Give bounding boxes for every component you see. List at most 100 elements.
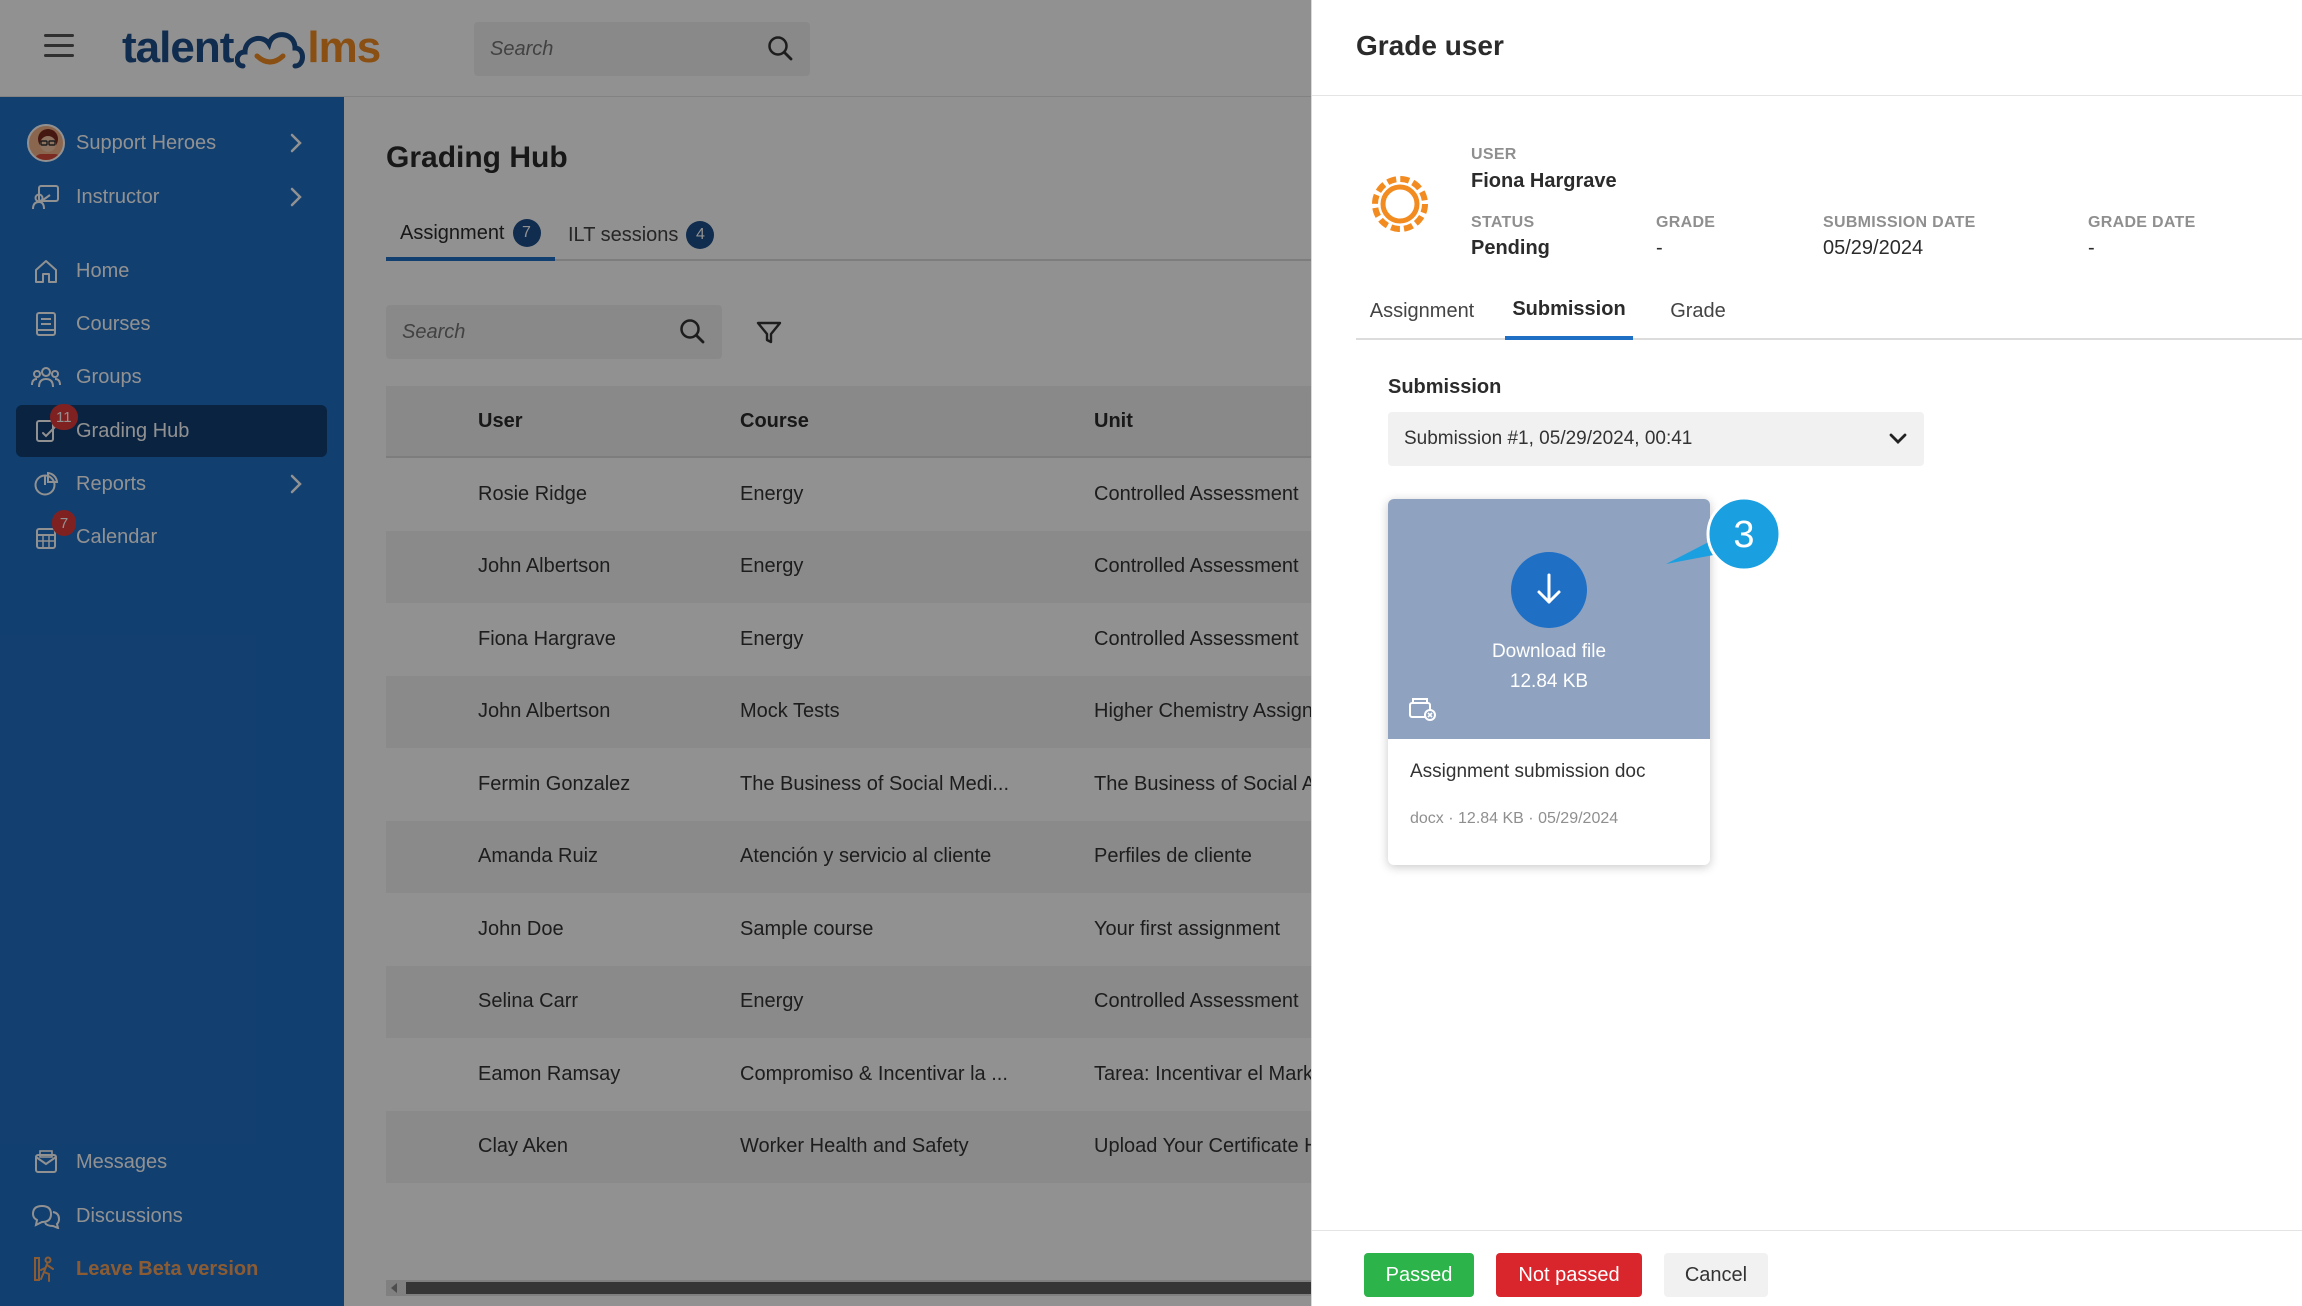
sidebar-item-label: Reports xyxy=(76,472,147,495)
column-header-user[interactable]: User xyxy=(386,410,740,433)
table-row[interactable]: Fiona Hargrave Energy Controlled Assessmen… xyxy=(386,603,1311,676)
tab-submission[interactable]: Submission xyxy=(1505,282,1633,340)
table-row[interactable]: Eamon Ramsay Compromiso & Incentivar la .… xyxy=(386,1038,1311,1111)
calendar-badge: 7 xyxy=(52,510,76,536)
tab-assignment[interactable]: Assignment 7 xyxy=(386,209,555,261)
grade-value: - xyxy=(1656,237,1663,259)
top-search-input[interactable] xyxy=(474,22,810,76)
cell-user: John Doe xyxy=(478,917,564,940)
cell-unit: Controlled Assessment xyxy=(1094,482,1299,505)
cell-user: John Albertson xyxy=(478,700,611,723)
cell-user: Amanda Ruiz xyxy=(478,845,599,868)
cell-user: Fiona Hargrave xyxy=(478,627,616,650)
submission-date-label: SUBMISSION DATE xyxy=(1823,214,1976,231)
grade-date-value: - xyxy=(2088,237,2095,259)
search-icon[interactable] xyxy=(678,317,706,345)
file-type-icon xyxy=(1409,698,1436,721)
scroll-left-icon[interactable] xyxy=(390,1283,398,1293)
tab-ilt-sessions[interactable]: ILT sessions 4 xyxy=(556,209,726,261)
sidebar-item-reports[interactable]: Reports xyxy=(16,458,327,510)
sidebar-item-leave-beta[interactable]: Leave Beta version xyxy=(16,1243,327,1295)
chevron-right-icon xyxy=(281,186,311,208)
discussions-icon xyxy=(31,1204,61,1229)
cell-unit: Upload Your Certificate Here xyxy=(1094,1135,1311,1158)
sidebar-item-messages[interactable]: Messages xyxy=(16,1136,327,1188)
sidebar-item-discussions[interactable]: Discussions xyxy=(16,1190,327,1242)
cell-course: Mock Tests xyxy=(740,700,840,723)
sidebar: Support Heroes Instructor Home Courses G… xyxy=(0,97,344,1306)
table-row[interactable]: Amanda Ruiz Atención y servicio al client… xyxy=(386,820,1311,893)
passed-button[interactable]: Passed xyxy=(1364,1253,1474,1297)
cell-course: Energy xyxy=(740,482,804,505)
page-title: Grading Hub xyxy=(386,141,568,174)
table-row[interactable]: Selina Carr Energy Controlled Assessment xyxy=(386,965,1311,1038)
sidebar-item-label: Grading Hub xyxy=(76,419,190,442)
chevron-right-icon xyxy=(281,132,311,154)
table-row[interactable]: John Albertson Mock Tests Higher Chemistry… xyxy=(386,675,1311,748)
table-row[interactable]: John Doe Sample course Your first assignme… xyxy=(386,893,1311,966)
table-row[interactable]: John Albertson Energy Controlled Assessmen… xyxy=(386,530,1311,603)
messages-icon xyxy=(35,1150,57,1173)
panel-header: Grade user xyxy=(1312,0,2302,96)
cell-user: Fermin Gonzalez xyxy=(478,772,631,795)
avatar xyxy=(27,124,65,162)
panel-tabs: Assignment Submission Grade xyxy=(1356,282,2302,340)
menu-icon[interactable] xyxy=(44,34,74,60)
cell-user: Rosie Ridge xyxy=(478,482,587,505)
sidebar-item-label: Leave Beta version xyxy=(76,1257,259,1280)
cell-course: Energy xyxy=(740,555,804,578)
download-file-label[interactable]: Download file xyxy=(1388,641,1710,663)
courses-icon xyxy=(36,312,56,336)
sidebar-item-home[interactable]: Home xyxy=(16,245,327,297)
top-search[interactable] xyxy=(474,22,810,76)
cancel-button[interactable]: Cancel xyxy=(1664,1253,1768,1297)
instructor-icon xyxy=(32,185,59,210)
user-value: Fiona Hargrave xyxy=(1471,170,1617,192)
download-button[interactable] xyxy=(1511,552,1587,628)
sidebar-item-groups[interactable]: Groups xyxy=(16,351,327,403)
sidebar-item-calendar[interactable]: 7 Calendar xyxy=(16,510,327,563)
search-icon[interactable] xyxy=(766,34,794,62)
panel-footer: Passed Not passed Cancel xyxy=(1312,1230,2302,1306)
panel-title: Grade user xyxy=(1356,30,1504,61)
status-value: Pending xyxy=(1471,237,1550,259)
grade-label: GRADE xyxy=(1656,214,1716,231)
horizontal-scrollbar[interactable] xyxy=(386,1280,1311,1296)
filter-icon[interactable] xyxy=(754,317,784,347)
logo-text-left: talent xyxy=(122,23,234,72)
tab-count-badge: 4 xyxy=(686,221,715,249)
column-header-unit[interactable]: Unit xyxy=(1094,410,1311,433)
chevron-down-icon xyxy=(1889,433,1907,444)
grade-date-label: GRADE DATE xyxy=(2088,214,2196,231)
submission-select[interactable]: Submission #1, 05/29/2024, 00:41 xyxy=(1388,412,1924,466)
cell-unit: Controlled Assessment xyxy=(1094,990,1299,1013)
table-row[interactable]: Rosie Ridge Energy Controlled Assessment xyxy=(386,458,1311,531)
table-header: User Course Unit xyxy=(386,386,1311,458)
cell-unit: The Business of Social Assig xyxy=(1094,772,1311,795)
sidebar-item-instructor[interactable]: Instructor xyxy=(16,171,327,223)
column-header-course[interactable]: Course xyxy=(740,410,1094,433)
cell-course: The Business of Social Medi... xyxy=(740,772,1010,795)
tab-grade[interactable]: Grade xyxy=(1650,282,1746,340)
sidebar-item-support-heroes[interactable]: Support Heroes xyxy=(16,117,327,169)
cell-unit: Perfiles de cliente xyxy=(1094,845,1252,868)
cell-course: Worker Health and Safety xyxy=(740,1135,969,1158)
grading-table: User Course Unit Rosie Ridge Energy Contro… xyxy=(386,386,1311,1183)
cell-unit: Higher Chemistry Assignme xyxy=(1094,700,1311,723)
status-label: STATUS xyxy=(1471,214,1535,231)
sidebar-item-grading-hub[interactable]: 11 Grading Hub xyxy=(16,404,327,457)
tab-assignment[interactable]: Assignment xyxy=(1356,282,1488,340)
home-icon xyxy=(35,260,57,283)
not-passed-button[interactable]: Not passed xyxy=(1496,1253,1642,1297)
main-tabs: Assignment 7 ILT sessions 4 xyxy=(386,209,1311,261)
logo[interactable]: talent lms xyxy=(122,18,381,78)
table-row[interactable]: Fermin Gonzalez The Business of Social Me… xyxy=(386,748,1311,821)
file-size-label: 12.84 KB xyxy=(1509,671,1589,692)
grading-search[interactable] xyxy=(386,305,722,359)
sidebar-item-label: Courses xyxy=(76,312,151,335)
table-row[interactable]: Clay Aken Worker Health and Safety Upload … xyxy=(386,1110,1311,1183)
scrollbar-thumb[interactable] xyxy=(406,1282,1311,1294)
sidebar-item-courses[interactable]: Courses xyxy=(16,298,327,350)
grading-search-input[interactable] xyxy=(386,305,722,359)
cell-course: Energy xyxy=(740,627,804,650)
